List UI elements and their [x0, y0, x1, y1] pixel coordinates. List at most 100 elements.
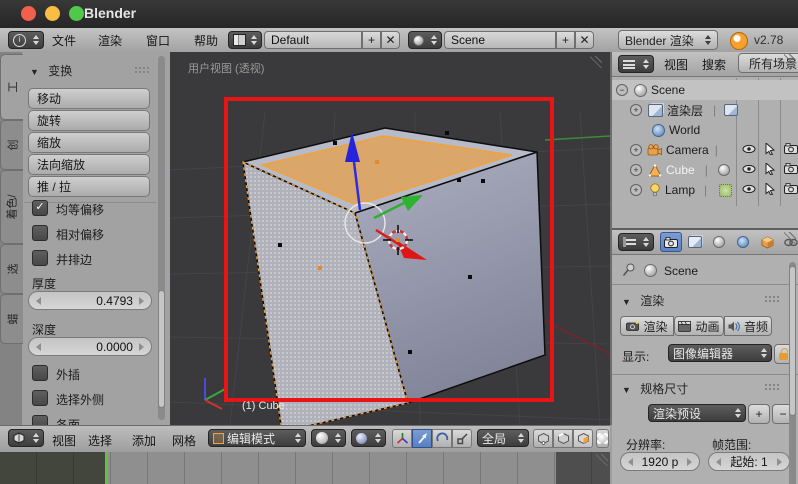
menu-render[interactable]: 渲染 — [98, 32, 122, 49]
expand-toggle-icon[interactable]: + — [630, 184, 642, 196]
timeline-strip[interactable] — [0, 452, 610, 484]
editor-type-button-properties[interactable] — [618, 233, 654, 251]
viewport-shading-select[interactable] — [311, 429, 346, 447]
face-select-mode-button-active[interactable] — [573, 429, 593, 448]
rotate-button[interactable]: 旋转 — [28, 110, 150, 131]
render-animation-button[interactable]: 动画 — [674, 316, 724, 336]
hide-eye-icon[interactable] — [742, 183, 756, 197]
expand-toggle-icon[interactable]: + — [630, 164, 642, 176]
outliner-item-label[interactable]: Camera — [666, 143, 709, 157]
tab-object[interactable] — [756, 232, 778, 252]
expand-toggle-icon[interactable]: + — [630, 104, 642, 116]
tool-shelf-scrollbar-thumb[interactable] — [158, 290, 165, 408]
resolution-x-field[interactable]: 1920 p — [620, 452, 700, 471]
tab-tools[interactable]: 工 — [0, 54, 23, 120]
area-corner-widget[interactable] — [596, 454, 608, 466]
panel-drag-dots[interactable] — [764, 295, 780, 303]
relative-offset-checkbox[interactable] — [32, 225, 48, 241]
increment-arrow-icon[interactable] — [776, 457, 782, 466]
render-still-button[interactable]: 渲染 — [620, 316, 674, 336]
even-offset-checkbox[interactable]: ✓ — [32, 200, 48, 216]
shrink-fatten-button[interactable]: 法向缩放 — [28, 154, 150, 175]
render-restrict-camera-icon[interactable] — [784, 183, 798, 197]
editor-type-button-3d-view[interactable] — [8, 429, 44, 447]
outliner-item-label[interactable]: Cube — [666, 163, 695, 177]
delete-scene-button[interactable]: ✕ — [575, 31, 594, 49]
expand-toggle-icon[interactable]: + — [630, 144, 642, 156]
decrement-arrow-icon[interactable] — [716, 457, 721, 466]
mode-select[interactable]: 编辑模式 — [208, 429, 306, 447]
face-center-dot-selected[interactable] — [318, 266, 322, 270]
outliner-row-lamp[interactable]: + Lamp | — [612, 180, 798, 200]
translate-manipulator-toggle[interactable] — [412, 429, 432, 448]
tab-render[interactable] — [660, 232, 682, 252]
transform-panel-header[interactable]: ▼ 变换 — [30, 62, 72, 79]
increment-arrow-icon[interactable] — [686, 457, 692, 466]
current-frame-marker[interactable] — [105, 452, 108, 484]
translate-button[interactable]: 移动 — [28, 88, 150, 109]
add-scene-button[interactable]: + — [556, 31, 575, 49]
decrement-arrow-icon[interactable] — [628, 457, 633, 466]
selectable-cursor-icon[interactable] — [765, 141, 776, 158]
outliner-row-camera[interactable]: + Camera | — [612, 140, 798, 160]
outliner-view-menu[interactable]: 视图 — [664, 56, 688, 73]
scale-manipulator-toggle[interactable] — [452, 429, 472, 448]
render-audio-button[interactable]: 音频 — [724, 316, 772, 336]
viewport-canvas[interactable] — [170, 52, 610, 425]
menu-file[interactable]: 文件 — [52, 32, 76, 49]
view-menu[interactable]: 视图 — [52, 432, 76, 449]
collapse-toggle-icon[interactable]: − — [616, 84, 628, 96]
render-display-select[interactable]: 图像编辑器 — [668, 344, 772, 362]
minimize-traffic-light[interactable] — [45, 6, 60, 21]
outliner-item-label[interactable]: Lamp — [665, 183, 695, 197]
selectable-cursor-icon[interactable] — [765, 161, 776, 178]
tab-shading[interactable]: 着色/ — [0, 170, 23, 244]
hide-eye-icon[interactable] — [742, 143, 756, 157]
render-engine-select[interactable]: Blender 渲染 — [618, 30, 718, 50]
push-pull-button[interactable]: 推 / 拉 — [28, 176, 150, 197]
tab-grease-pencil[interactable]: 蜡 — [0, 294, 23, 344]
editor-type-button-outliner[interactable] — [618, 55, 654, 73]
area-corner-widget[interactable] — [590, 56, 602, 68]
render-restrict-camera-icon[interactable] — [784, 163, 798, 177]
rotate-manipulator-toggle[interactable] — [432, 429, 452, 448]
scene-name-field[interactable]: Scene — [444, 31, 556, 49]
scene-browse-button[interactable] — [408, 31, 442, 49]
decrement-arrow-icon[interactable] — [36, 342, 41, 351]
maximize-traffic-light[interactable] — [69, 6, 84, 21]
outliner-row-render-layers[interactable]: + 渲染层 | — [612, 100, 798, 120]
manipulator-axis-toggle[interactable] — [392, 429, 412, 448]
outliner-item-label[interactable]: 渲染层 — [667, 102, 703, 119]
render-layer-icon[interactable] — [724, 104, 739, 116]
mesh-menu[interactable]: 网格 — [172, 432, 196, 449]
delete-layout-button[interactable]: ✕ — [381, 31, 400, 49]
limit-selection-to-visible-button[interactable] — [596, 429, 609, 448]
dimensions-panel-header[interactable]: ▼ 规格尺寸 — [622, 380, 688, 397]
panel-drag-dots[interactable] — [764, 383, 780, 391]
tab-render-layers[interactable] — [684, 232, 706, 252]
individual-faces-checkbox[interactable] — [32, 415, 48, 425]
editor-type-button-info[interactable]: i — [8, 31, 44, 49]
menu-window[interactable]: 窗口 — [146, 32, 170, 49]
pin-icon[interactable] — [622, 263, 635, 277]
outliner-row-world[interactable]: World — [612, 120, 798, 140]
select-outer-checkbox[interactable] — [32, 390, 48, 406]
render-preset-select[interactable]: 渲染预设 — [648, 404, 746, 422]
outliner-item-label[interactable]: Scene — [651, 83, 685, 97]
outliner-row-cube[interactable]: + Cube | — [612, 160, 798, 180]
area-corner-widget[interactable] — [784, 54, 796, 66]
vertex-select-mode-button[interactable] — [533, 429, 553, 448]
outliner-row-scene[interactable]: − Scene — [612, 80, 798, 100]
tab-world[interactable] — [732, 232, 754, 252]
render-panel-header[interactable]: ▼ 渲染 — [622, 292, 664, 309]
face-center-dot-selected[interactable] — [375, 160, 379, 164]
add-menu[interactable]: 添加 — [132, 432, 156, 449]
transform-orientation-select[interactable]: 全局 — [477, 429, 529, 447]
outset-checkbox[interactable] — [32, 365, 48, 381]
outliner-search-menu[interactable]: 搜索 — [702, 56, 726, 73]
screen-layout-name-field[interactable]: Default — [264, 31, 362, 49]
add-layout-button[interactable]: + — [362, 31, 381, 49]
thickness-field[interactable]: 0.4793 — [28, 291, 152, 310]
scale-button[interactable]: 缩放 — [28, 132, 150, 153]
properties-scrollbar-thumb[interactable] — [789, 266, 796, 416]
